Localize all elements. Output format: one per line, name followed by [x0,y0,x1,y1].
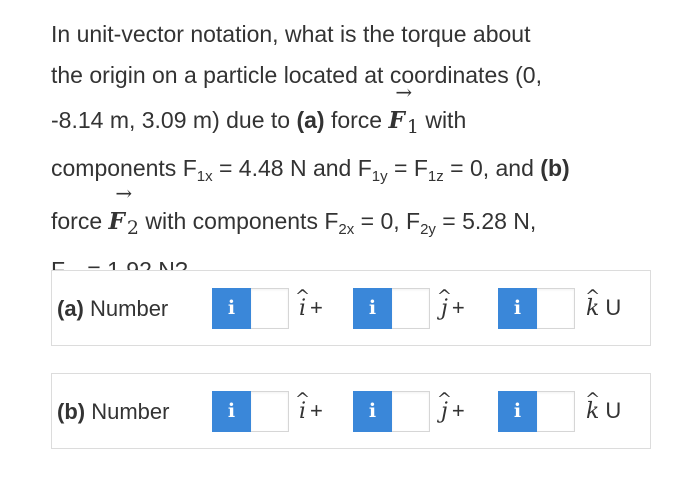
answer-label-b: (b) Number [57,399,170,424]
vector-arrow-icon: → [115,181,133,205]
units-selector-a[interactable]: U [605,295,621,320]
info-button-a-j[interactable]: i [353,288,392,329]
answer-row-a: (a) Number i i+ i j+ i kU [51,270,651,346]
input-b-k-component[interactable] [537,391,575,432]
info-button-b-k[interactable]: i [498,391,537,432]
j-hat-unit-vector: j+ [441,396,465,427]
part-b-tag: (b) [540,155,570,181]
vector-arrow-icon: → [395,80,413,104]
answer-row-b: (b) Number i i+ i j+ i kU [51,373,651,449]
info-button-b-j[interactable]: i [353,391,392,432]
input-a-k-component[interactable] [537,288,575,329]
question-line-4: components F1x = 4.48 N and F1y = F1z = … [51,155,570,185]
force-f2-vector: → F 2 [108,181,139,239]
question-line-3: -8.14 m, 3.09 m) due to (a) force → F 1 wi… [51,80,651,148]
input-a-i-component[interactable] [251,288,289,329]
question-line-2: the origin on a particle located at coor… [51,62,542,88]
force-f1-vector: → F 1 [388,80,419,138]
info-button-b-i[interactable]: i [212,391,251,432]
question-line-1: In unit-vector notation, what is the tor… [51,21,531,47]
units-selector-b[interactable]: U [605,398,621,423]
input-b-j-component[interactable] [392,391,430,432]
k-hat-unit-vector: kU [586,396,621,427]
answer-label-a: (a) Number [57,296,169,321]
i-hat-unit-vector: i+ [299,293,323,324]
input-b-i-component[interactable] [251,391,289,432]
part-a-tag: (a) [296,107,325,133]
k-hat-unit-vector: kU [586,293,621,324]
j-hat-unit-vector: j+ [441,293,465,324]
i-hat-unit-vector: i+ [299,396,323,427]
info-button-a-i[interactable]: i [212,288,251,329]
question-text: In unit-vector notation, what is the tor… [51,14,651,299]
info-button-a-k[interactable]: i [498,288,537,329]
input-a-j-component[interactable] [392,288,430,329]
question-line-5: force → F 2 with components F2x = 0, F2y =… [51,181,651,250]
